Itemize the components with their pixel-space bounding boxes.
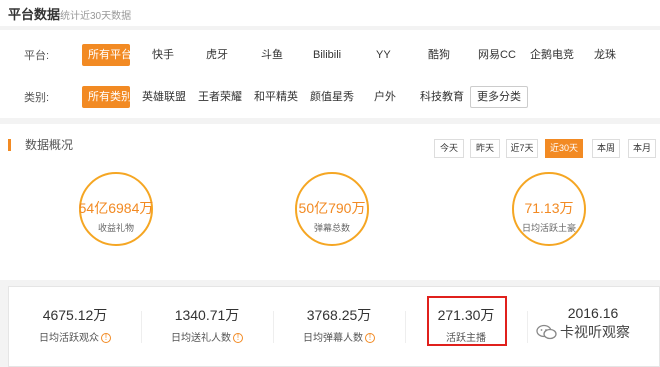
- watermark: 卡视听观察: [536, 320, 630, 344]
- stat-circle-danmaku: 50亿790万 弹幕总数: [295, 172, 369, 246]
- more-categories-button[interactable]: 更多分类: [470, 86, 528, 108]
- time-button-7days[interactable]: 近7天: [506, 139, 538, 158]
- stat-label: 日均弹幕人数!: [273, 329, 405, 344]
- platform-chip-huya[interactable]: 虎牙: [200, 44, 234, 66]
- stat-label: 日均送礼人数!: [141, 329, 273, 344]
- category-label: 类别:: [24, 92, 50, 104]
- stat-daily-viewers: 4675.12万 日均活跃观众!: [9, 287, 141, 366]
- highlight-box: [427, 296, 507, 346]
- info-icon[interactable]: !: [365, 333, 375, 344]
- stat-value: 2016.16: [567, 305, 619, 321]
- platform-chip-yy[interactable]: YY: [370, 44, 397, 66]
- stat-value: 1340.71万: [174, 307, 240, 323]
- platform-chip-egame[interactable]: 企鹅电竞: [524, 44, 580, 66]
- time-button-week[interactable]: 本周: [592, 139, 620, 158]
- page-title: 平台数据: [8, 7, 61, 22]
- category-chip-outdoor[interactable]: 户外: [368, 86, 402, 108]
- category-chip-show[interactable]: 颜值星秀: [304, 86, 360, 108]
- wechat-icon: [536, 324, 557, 340]
- platform-chip-all[interactable]: 所有平台: [82, 44, 132, 66]
- time-button-yesterday[interactable]: 昨天: [470, 139, 500, 158]
- overview-title: 数据概况: [8, 139, 73, 151]
- stat-circle-gift-revenue: 54亿6984万 收益礼物: [79, 172, 153, 246]
- platform-chip-cc[interactable]: 网易CC: [472, 44, 522, 66]
- info-icon[interactable]: !: [233, 333, 243, 344]
- category-chip-lol[interactable]: 英雄联盟: [136, 86, 192, 108]
- platform-chip-kuaishou[interactable]: 快手: [146, 44, 180, 66]
- circle-label: 弹幕总数: [313, 223, 350, 233]
- platform-chip-douyu[interactable]: 斗鱼: [255, 44, 289, 66]
- circle-label: 收益礼物: [97, 223, 134, 233]
- circle-value: 50亿790万: [298, 200, 366, 216]
- info-icon[interactable]: !: [101, 333, 111, 344]
- platform-chip-longzhu[interactable]: 龙珠: [588, 44, 622, 66]
- category-chip-honor[interactable]: 王者荣耀: [192, 86, 248, 108]
- stat-daily-gifters: 1340.71万 日均送礼人数!: [141, 287, 273, 366]
- circle-value: 71.13万: [524, 200, 574, 216]
- time-button-month[interactable]: 本月: [628, 139, 656, 158]
- watermark-text: 卡视听观察: [560, 324, 630, 340]
- overview-panel: 数据概况 今天 昨天 近7天 近30天 本周 本月 54亿6984万 收益礼物 …: [0, 124, 660, 280]
- time-button-30days[interactable]: 近30天: [545, 139, 583, 158]
- time-button-today[interactable]: 今天: [434, 139, 464, 158]
- stat-value: 3768.25万: [306, 307, 372, 323]
- platform-label: 平台:: [24, 50, 50, 62]
- circle-value: 54亿6984万: [78, 200, 154, 216]
- category-chip-all[interactable]: 所有类别: [82, 86, 132, 108]
- filter-panel: 平台: 所有平台 快手 虎牙 斗鱼 Bilibili YY 酷狗 网易CC 企鹅…: [0, 30, 660, 118]
- stat-value: 4675.12万: [42, 307, 108, 323]
- stat-daily-danmaku-users: 3768.25万 日均弹幕人数!: [273, 287, 405, 366]
- page-header: 平台数据 统计近30天数据: [0, 0, 660, 26]
- stat-label: 日均活跃观众!: [9, 329, 141, 344]
- category-chip-tech[interactable]: 科技教育: [414, 86, 470, 108]
- stat-circle-active-spenders: 71.13万 日均活跃土豪: [512, 172, 586, 246]
- page-subtitle: 统计近30天数据: [60, 11, 132, 22]
- platform-chip-bilibili[interactable]: Bilibili: [307, 44, 347, 66]
- platform-chip-kugou[interactable]: 酷狗: [422, 44, 456, 66]
- circle-label: 日均活跃土豪: [521, 223, 576, 233]
- category-chip-pubg[interactable]: 和平精英: [248, 86, 304, 108]
